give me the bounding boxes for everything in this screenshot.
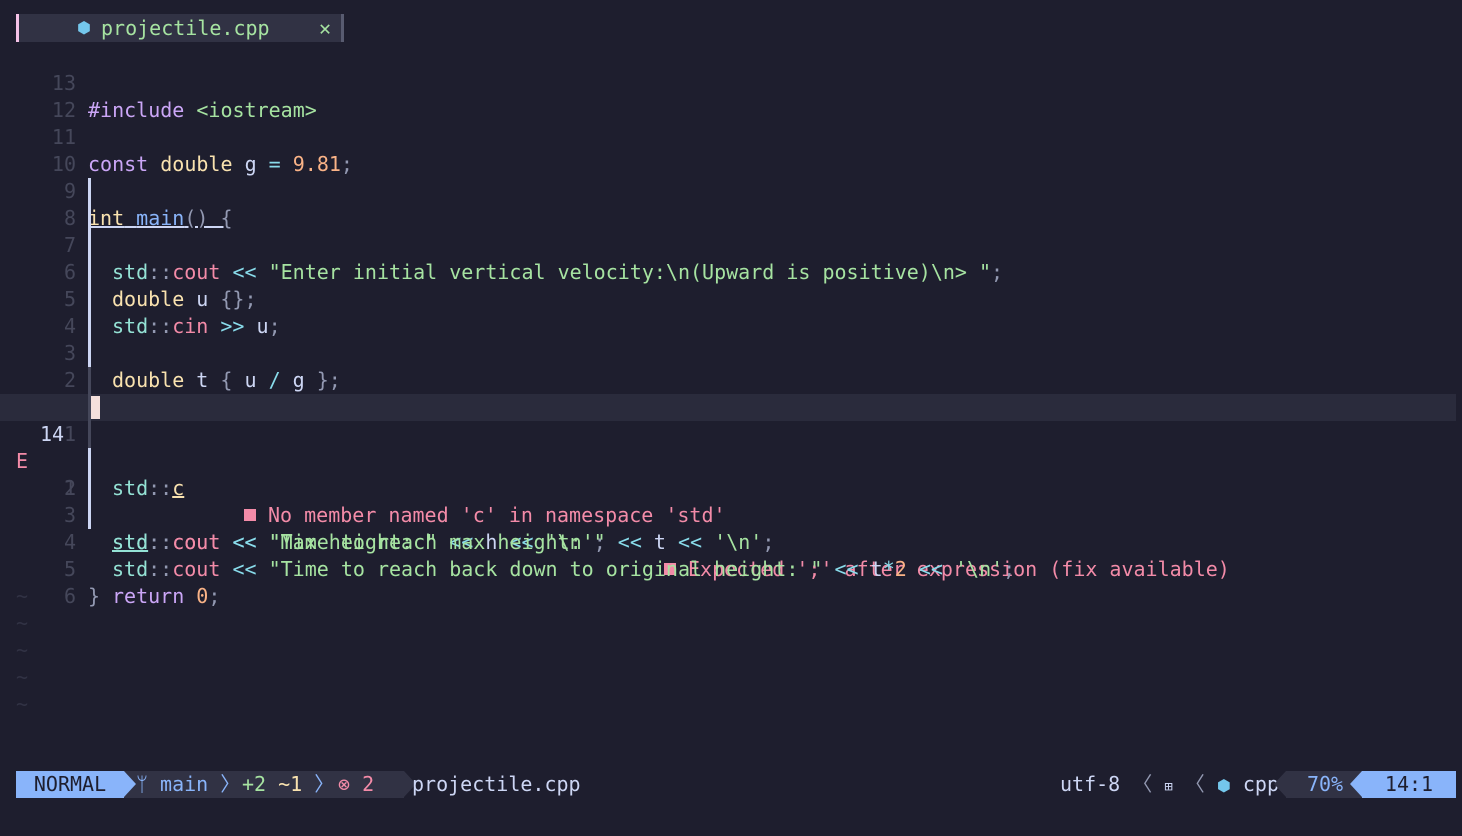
indent-guide [88,178,91,205]
empty-line-marker: ~ [16,584,29,608]
indent-guide [88,502,91,529]
chevron-right-icon: 〉 [220,772,241,796]
indent-guide [88,286,91,313]
indent-guide [88,340,91,367]
code-line[interactable]: 6 [0,556,1462,608]
code-line[interactable]: 13 #include <iostream> [0,43,1462,122]
separator-arrow [124,771,136,797]
code-line[interactable]: 8 std::cout << "Enter initial vertical v… [0,178,1462,284]
code-line[interactable]: 2 [0,340,1462,392]
tab-projectile-cpp[interactable]: ⬢ projectile.cpp ✕ [16,14,344,42]
empty-line-marker: ~ [16,638,29,662]
indent-guide [88,475,91,502]
indent-guide [88,367,91,394]
diagnostics-count[interactable]: ⊗ 2 [338,771,374,798]
cursor-line[interactable]: 14 [0,394,1456,446]
mode-indicator: NORMAL [16,771,124,798]
editor-buffer[interactable]: 13 #include <iostream> 12 11 const doubl… [0,43,1462,718]
error-circle-icon: ⊗ [338,772,351,796]
code-line[interactable]: 11 const double g = 9.81; [0,97,1462,176]
code-line[interactable]: 5 [0,259,1462,311]
chevron-left-icon: 〈 [1132,772,1153,796]
code-line[interactable]: 4 return 0; [0,502,1462,608]
cpp-file-icon: ⬢ [77,18,91,37]
separator-arrow [1274,771,1286,797]
code-line[interactable]: 10 [0,124,1462,176]
indent-guide [88,421,91,448]
indent-guide [88,205,91,232]
code-line[interactable]: 9 int main() { [0,151,1462,230]
code-line[interactable]: 12 [0,70,1462,122]
file-encoding: utf-8 〈 ⊞ 〈 ⬢ cpp [1060,772,1279,796]
text-cursor [91,396,100,419]
chevron-left-icon: 〈 [1184,772,1205,796]
empty-line-marker: ~ [16,692,29,716]
indent-guide [88,448,91,475]
indent-guide [88,313,91,340]
indent-guide [88,232,91,259]
separator-arrow [1350,771,1362,797]
code-line[interactable]: 4 double t { u / g }; [0,286,1462,392]
empty-line-marker: ~ [16,665,29,689]
statusline: NORMAL ᛘ main 〉 +2 ~1 〉 ⊗ 2 projectile.c… [16,771,1456,798]
code-line[interactable]: E 1 std::c No member named 'c' in namesp… [0,367,1462,527]
code-line[interactable]: E 1 std::cout << "Max height: " << h << … [0,421,1462,581]
indent-guide [88,259,91,286]
tabline: ⬢ projectile.cpp ✕ [0,0,1462,43]
code-line[interactable]: 6 std::cin >> u; [0,232,1462,338]
chevron-right-icon: 〉 [314,772,335,796]
close-icon[interactable]: ✕ [319,14,331,42]
windows-icon: ⊞ [1164,779,1173,795]
cursor-position: 14:1 [1362,771,1456,798]
git-branch[interactable]: ᛘ main 〉 [136,771,240,798]
code-line[interactable]: 2 std::cout << "Time to reach max height… [0,448,1462,554]
status-filename: projectile.cpp [412,772,581,796]
code-line[interactable]: 3 std::cout << "Time to reach back down … [0,475,1462,581]
tab-filename[interactable]: projectile.cpp [101,14,270,42]
git-diff-counts: +2 ~1 〉 [242,772,335,796]
empty-line-marker: ~ [16,611,29,635]
code-line[interactable]: 5 } [0,529,1462,608]
cpp-file-icon: ⬢ [1216,776,1231,795]
code-line[interactable]: 7 double u {}; [0,205,1462,311]
git-branch-icon: ᛘ [136,772,148,796]
code-line[interactable]: 3 double h { u*t + g*t*t/2 }; [0,313,1462,419]
